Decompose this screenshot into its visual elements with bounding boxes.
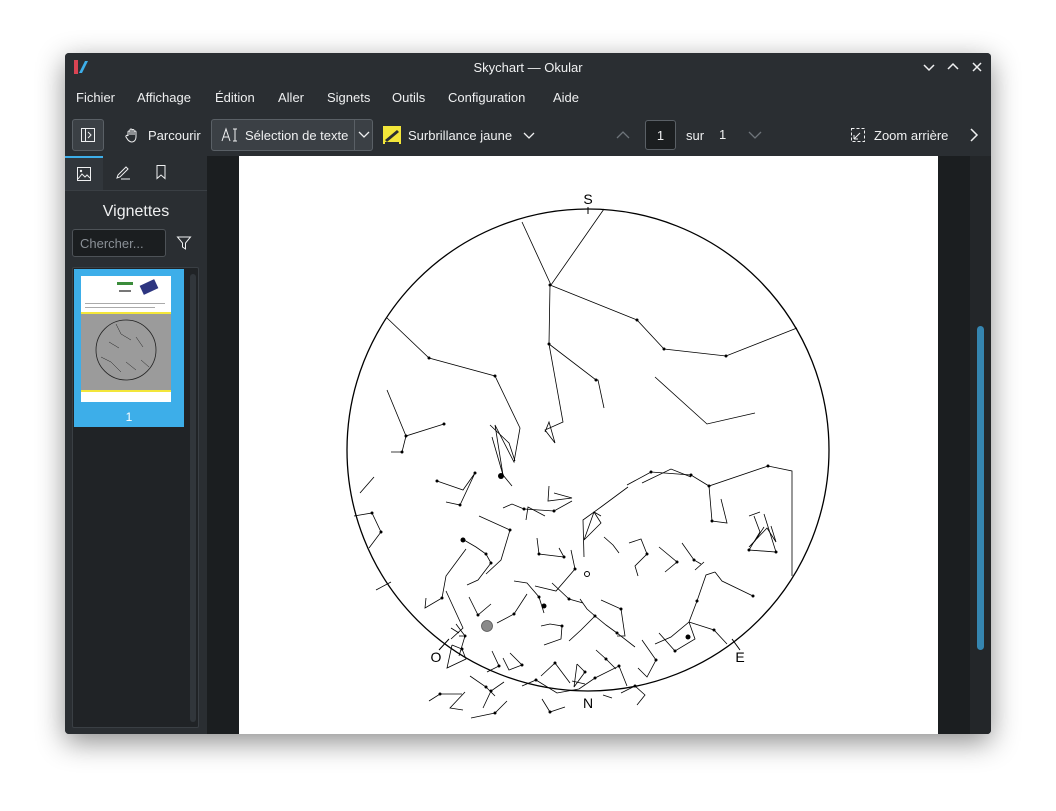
thumbnail-image bbox=[81, 276, 171, 402]
zenith-marker bbox=[584, 571, 590, 577]
maximize-icon[interactable] bbox=[944, 58, 962, 76]
toggle-sidebar-button[interactable] bbox=[72, 119, 104, 151]
thumbnail-page-1[interactable]: 1 bbox=[74, 269, 184, 427]
chevron-down-icon[interactable] bbox=[522, 130, 536, 142]
menu-outils[interactable]: Outils bbox=[392, 90, 425, 105]
page-number-input[interactable]: 1 bbox=[645, 120, 676, 150]
browse-tool-button[interactable]: Parcourir bbox=[119, 119, 207, 151]
search-placeholder: Chercher... bbox=[80, 236, 144, 251]
document-viewer[interactable]: S N E O bbox=[207, 156, 991, 734]
pen-icon bbox=[116, 166, 130, 180]
direction-west: O bbox=[431, 649, 442, 665]
highlighter-icon bbox=[383, 126, 401, 144]
zoom-out-label: Zoom arrière bbox=[874, 128, 949, 143]
tab-annotations[interactable] bbox=[104, 156, 142, 190]
close-icon[interactable] bbox=[968, 58, 986, 76]
image-icon bbox=[77, 167, 91, 181]
highlight-label: Surbrillance jaune bbox=[408, 128, 513, 143]
chevron-right-icon[interactable] bbox=[967, 127, 981, 143]
thumbnail-scrollbar[interactable] bbox=[190, 274, 196, 722]
text-select-icon bbox=[221, 127, 237, 142]
menu-fichier[interactable]: Fichier bbox=[76, 90, 115, 105]
okular-window: Skychart — Okular Fichier Affichage Édit… bbox=[65, 53, 991, 734]
main-toolbar: Parcourir Sélection de texte Surbrillanc… bbox=[65, 115, 991, 155]
page-total-value: 1 bbox=[719, 127, 727, 142]
horizon-circle bbox=[346, 208, 830, 692]
menu-affichage[interactable]: Affichage bbox=[137, 90, 191, 105]
document-scrollbar[interactable] bbox=[970, 156, 991, 734]
planet-marker bbox=[481, 620, 493, 632]
hand-icon bbox=[125, 128, 137, 143]
sidebar-toggle-icon bbox=[81, 128, 95, 142]
previous-page-icon[interactable] bbox=[615, 127, 631, 143]
thumbnail-starchart bbox=[95, 319, 157, 381]
thumbnail-search-input[interactable]: Chercher... bbox=[72, 229, 166, 257]
title-bar: Skychart — Okular bbox=[65, 53, 991, 81]
window-title: Skychart — Okular bbox=[473, 60, 583, 75]
menu-bar: Fichier Affichage Édition Aller Signets … bbox=[65, 83, 991, 111]
menu-aller[interactable]: Aller bbox=[278, 90, 304, 105]
tab-bookmarks[interactable] bbox=[142, 156, 180, 190]
text-selection-label: Sélection de texte bbox=[245, 128, 349, 143]
current-page-value: 1 bbox=[656, 128, 665, 143]
bookmark-icon bbox=[156, 165, 166, 180]
direction-east: E bbox=[735, 649, 744, 665]
star-chart: S N E O bbox=[346, 191, 830, 719]
browse-label: Parcourir bbox=[148, 128, 201, 143]
minimize-icon[interactable] bbox=[920, 58, 938, 76]
menu-aide[interactable]: Aide bbox=[553, 90, 579, 105]
zoom-out-button[interactable]: Zoom arrière bbox=[845, 119, 955, 151]
scrollbar-handle[interactable] bbox=[977, 326, 984, 650]
filter-icon[interactable] bbox=[176, 235, 192, 251]
menu-edition[interactable]: Édition bbox=[215, 90, 255, 105]
direction-north: N bbox=[583, 695, 593, 711]
thumbnail-list: 1 bbox=[72, 267, 199, 728]
sidebar-panel: Vignettes Chercher... 1 bbox=[65, 156, 207, 734]
chevron-down-icon[interactable] bbox=[357, 129, 371, 141]
document-page: S N E O bbox=[239, 156, 938, 734]
sidebar-tabs bbox=[65, 156, 207, 191]
page-of-label: sur bbox=[686, 128, 705, 143]
constellation-lines bbox=[353, 208, 798, 719]
direction-south: S bbox=[583, 191, 592, 207]
menu-signets[interactable]: Signets bbox=[327, 90, 370, 105]
tab-thumbnails[interactable] bbox=[65, 156, 103, 190]
thumbnail-page-number: 1 bbox=[125, 410, 133, 424]
highlight-tool-button[interactable]: Surbrillance jaune bbox=[379, 119, 539, 151]
next-page-icon[interactable] bbox=[747, 127, 763, 143]
text-selection-button[interactable]: Sélection de texte bbox=[211, 119, 373, 151]
menu-configuration[interactable]: Configuration bbox=[448, 90, 525, 105]
zoom-out-icon bbox=[851, 128, 865, 142]
panel-title: Vignettes bbox=[102, 203, 170, 220]
